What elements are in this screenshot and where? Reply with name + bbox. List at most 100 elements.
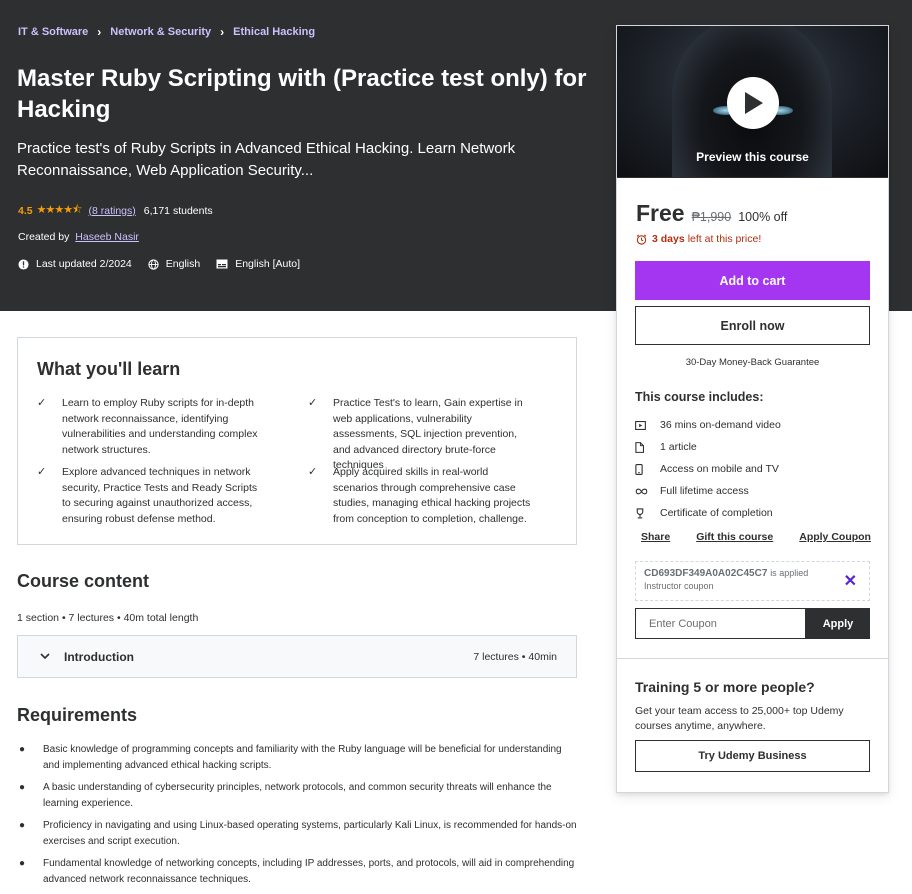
last-updated-text: Last updated 2/2024: [36, 258, 132, 270]
business-title: Training 5 or more people?: [635, 679, 815, 695]
captions: English [Auto]: [216, 258, 300, 270]
created-by-label: Created by: [18, 231, 70, 243]
bullet-icon: ●: [19, 782, 26, 793]
list-item: 1 article: [635, 436, 781, 458]
coupon-input[interactable]: [635, 608, 806, 639]
trophy-icon: [635, 507, 653, 519]
bullet-icon: ●: [19, 744, 26, 755]
includes-list: 36 mins on-demand video 1 article Access…: [635, 414, 781, 524]
breadcrumb-ethical-hacking[interactable]: Ethical Hacking: [233, 26, 315, 38]
business-text: Get your team access to 25,000+ top Udem…: [635, 705, 844, 732]
include-text: Access on mobile and TV: [660, 463, 779, 475]
add-to-cart-button[interactable]: Add to cart: [635, 261, 870, 300]
section-introduction[interactable]: Introduction 7 lectures • 40min: [17, 635, 577, 678]
timer-days: 3 days: [652, 233, 685, 245]
bullet-icon: ●: [19, 858, 26, 869]
check-icon: ✓: [37, 397, 47, 409]
learn-item: ✓ Learn to employ Ruby scripts for in-de…: [37, 396, 262, 458]
captions-icon: [216, 259, 228, 269]
learn-item-text: Practice Test's to learn, Gain expertise…: [333, 397, 523, 471]
requirements-title: Requirements: [17, 705, 138, 725]
include-text: Certificate of completion: [660, 507, 773, 519]
apply-coupon-link[interactable]: Apply Coupon: [799, 531, 871, 543]
list-item: ● Fundamental knowledge of networking con…: [17, 856, 577, 888]
section-title: Introduction: [64, 649, 134, 664]
language-text: English: [165, 258, 201, 270]
bullet-icon: ●: [19, 820, 26, 831]
video-icon: [635, 420, 653, 430]
author-link[interactable]: Haseeb Nasir: [75, 231, 139, 243]
requirement-text: Basic knowledge of programming concepts …: [43, 744, 562, 771]
list-item: ● A basic understanding of cybersecurity …: [17, 780, 577, 812]
course-content-meta: 1 section • 7 lectures • 40m total lengt…: [17, 612, 199, 624]
course-meta: Last updated 2/2024 English English [Aut…: [18, 258, 316, 270]
list-item: Access on mobile and TV: [635, 458, 781, 480]
captions-text: English [Auto]: [235, 258, 301, 270]
requirements-list: ● Basic knowledge of programming concepts…: [17, 742, 577, 894]
discount-percent: 100% off: [738, 210, 788, 224]
learn-item-text: Apply acquired skills in real-world scen…: [333, 466, 531, 525]
learn-item-text: Learn to employ Ruby scripts for in-dept…: [62, 397, 258, 456]
coupon-applied-text: is applied: [770, 568, 809, 578]
share-link[interactable]: Share: [641, 531, 670, 543]
coupon-type: Instructor coupon: [644, 581, 714, 591]
rating-row: 4.5 ★★★★⯪ (8 ratings) 6,171 students: [18, 201, 213, 220]
remove-coupon-icon[interactable]: ✕: [844, 571, 857, 591]
ratings-link[interactable]: (8 ratings): [88, 205, 135, 217]
star-rating-icon: ★★★★⯪: [36, 204, 83, 216]
include-text: 1 article: [660, 441, 697, 453]
check-icon: ✓: [308, 466, 318, 478]
last-updated: Last updated 2/2024: [18, 258, 132, 270]
try-business-button[interactable]: Try Udemy Business: [635, 740, 870, 772]
include-text: Full lifetime access: [660, 485, 749, 497]
check-icon: ✓: [37, 466, 47, 478]
list-item: 36 mins on-demand video: [635, 414, 781, 436]
price-row: Free ₱1,990 100% off: [636, 200, 787, 227]
requirement-text: A basic understanding of cybersecurity p…: [43, 782, 552, 809]
list-item: Full lifetime access: [635, 480, 781, 502]
chevron-down-icon: [40, 653, 50, 660]
alarm-clock-icon: [636, 234, 647, 245]
enroll-now-button[interactable]: Enroll now: [635, 306, 870, 345]
apply-coupon-button[interactable]: Apply: [806, 608, 870, 639]
breadcrumb-it-software[interactable]: IT & Software: [18, 26, 88, 38]
applied-coupon: CD693DF349A0A02C45C7 is applied Instruct…: [635, 561, 870, 601]
rating-number: 4.5: [18, 204, 33, 217]
mobile-icon: [635, 463, 653, 475]
list-item: Certificate of completion: [635, 502, 781, 524]
sidebar-actions: Share Gift this course Apply Coupon: [641, 531, 871, 543]
infinity-icon: [635, 488, 653, 495]
breadcrumb-network-security[interactable]: Network & Security: [110, 26, 211, 38]
breadcrumb: IT & Software › Network & Security › Eth…: [18, 25, 315, 39]
gift-course-link[interactable]: Gift this course: [696, 531, 773, 543]
students-count: 6,171 students: [143, 204, 213, 217]
course-content-title: Course content: [17, 571, 150, 591]
list-item: ● Proficiency in navigating and using Lin…: [17, 818, 577, 850]
divider: [617, 658, 888, 659]
learn-item-text: Explore advanced techniques in network s…: [62, 466, 258, 525]
learn-item: ✓ Practice Test's to learn, Gain experti…: [308, 396, 533, 474]
current-price: Free: [636, 200, 685, 226]
play-icon[interactable]: [727, 77, 779, 129]
created-by: Created by Haseeb Nasir: [18, 231, 139, 243]
price-timer: 3 days left at this price!: [636, 233, 761, 245]
timer-text: left at this price!: [687, 233, 762, 245]
course-preview[interactable]: Preview this course: [617, 26, 888, 178]
money-back-guarantee: 30-Day Money-Back Guarantee: [685, 357, 820, 368]
include-text: 36 mins on-demand video: [660, 419, 781, 431]
globe-icon: [148, 258, 159, 270]
chevron-right-icon: ›: [97, 25, 102, 39]
learn-title: What you'll learn: [37, 359, 181, 379]
chevron-right-icon: ›: [220, 25, 225, 39]
requirement-text: Proficiency in navigating and using Linu…: [43, 820, 577, 847]
section-count: 7 lectures • 40min: [473, 650, 557, 663]
purchase-sidebar: Preview this course Free ₱1,990 100% off…: [616, 25, 889, 793]
alert-badge-icon: [18, 258, 29, 270]
includes-title: This course includes:: [635, 390, 764, 404]
preview-label: Preview this course: [696, 150, 809, 164]
check-icon: ✓: [308, 397, 318, 409]
list-item: ● Basic knowledge of programming concepts…: [17, 742, 577, 774]
course-title: Master Ruby Scripting with (Practice tes…: [17, 65, 587, 123]
learn-item: ✓ Apply acquired skills in real-world sc…: [308, 465, 533, 527]
learn-item: ✓ Explore advanced techniques in network…: [37, 465, 262, 527]
